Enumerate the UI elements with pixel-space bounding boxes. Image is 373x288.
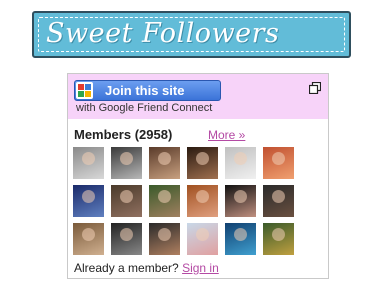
already-member-label: Already a member? bbox=[74, 261, 179, 275]
sign-in-link[interactable]: Sign in bbox=[182, 261, 219, 275]
member-avatar[interactable] bbox=[225, 223, 256, 255]
member-avatar[interactable] bbox=[225, 147, 256, 179]
join-site-label: Join this site bbox=[105, 83, 185, 98]
members-heading: Members (2958) bbox=[74, 127, 173, 142]
member-avatar[interactable] bbox=[187, 185, 218, 217]
popout-window-icon[interactable] bbox=[309, 82, 321, 94]
google-friend-connect-icon bbox=[76, 82, 93, 99]
member-avatar[interactable] bbox=[263, 185, 294, 217]
member-avatar[interactable] bbox=[111, 223, 142, 255]
member-avatar[interactable] bbox=[149, 147, 180, 179]
member-avatar[interactable] bbox=[225, 185, 256, 217]
already-member-text: Already a member? Sign in bbox=[74, 261, 219, 275]
banner: Sweet Followers bbox=[32, 11, 351, 58]
banner-title: Sweet Followers bbox=[46, 18, 280, 49]
join-site-button[interactable]: Join this site bbox=[74, 80, 221, 101]
member-avatar[interactable] bbox=[263, 147, 294, 179]
gfc-subtitle: with Google Friend Connect bbox=[76, 102, 213, 114]
member-avatar[interactable] bbox=[111, 147, 142, 179]
member-avatar[interactable] bbox=[149, 223, 180, 255]
member-avatar[interactable] bbox=[187, 223, 218, 255]
member-avatar[interactable] bbox=[263, 223, 294, 255]
member-avatar[interactable] bbox=[73, 147, 104, 179]
more-members-link[interactable]: More » bbox=[208, 128, 245, 142]
member-avatar[interactable] bbox=[111, 185, 142, 217]
member-avatar[interactable] bbox=[73, 185, 104, 217]
member-avatar[interactable] bbox=[73, 223, 104, 255]
member-avatar[interactable] bbox=[187, 147, 218, 179]
member-avatar[interactable] bbox=[149, 185, 180, 217]
followers-widget: Join this site with Google Friend Connec… bbox=[67, 73, 329, 279]
widget-header: Join this site with Google Friend Connec… bbox=[68, 74, 328, 119]
member-avatar-grid bbox=[73, 147, 301, 255]
